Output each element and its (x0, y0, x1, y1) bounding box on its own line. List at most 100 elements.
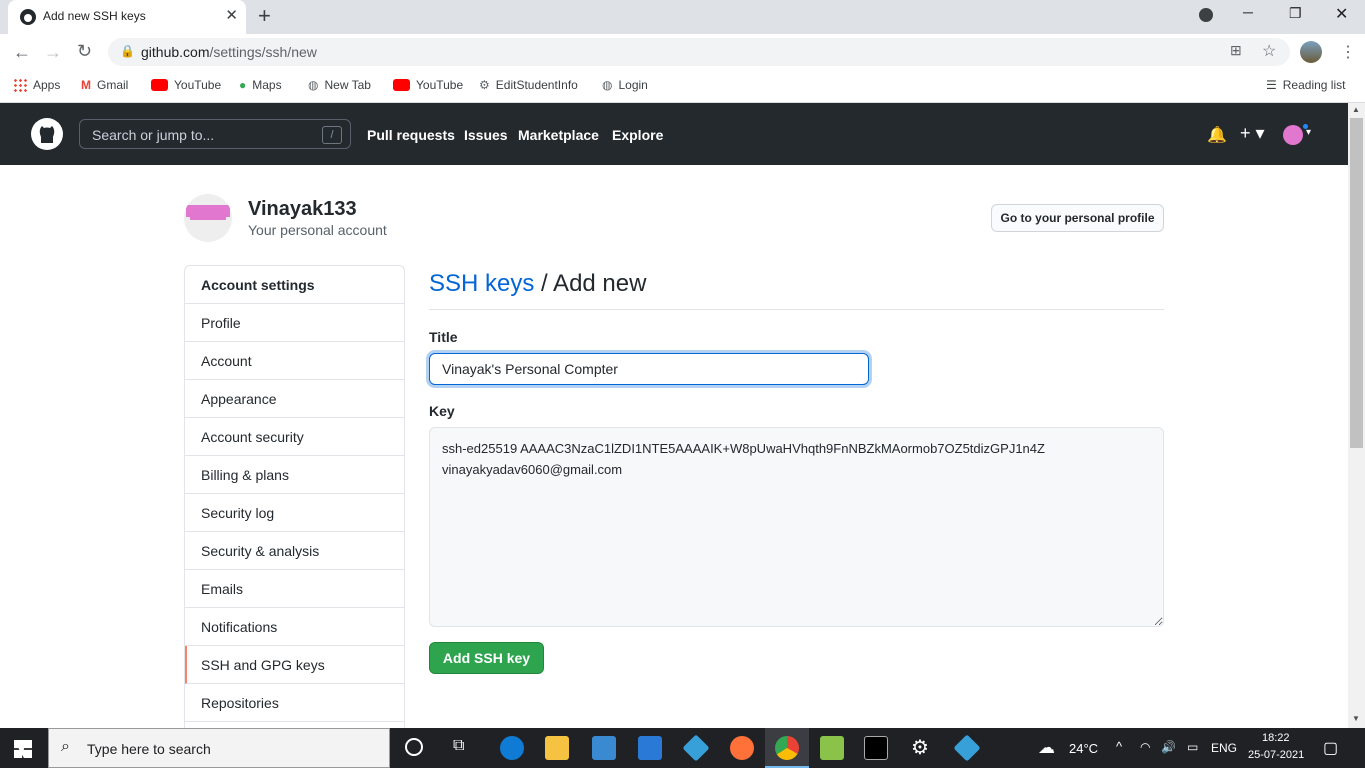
language-indicator[interactable]: ENG (1211, 741, 1237, 755)
title-input[interactable] (429, 353, 869, 385)
tab-title: Add new SSH keys (43, 9, 146, 23)
github-logo-icon[interactable] (31, 118, 63, 150)
close-window-button[interactable]: ✕ (1335, 4, 1348, 24)
nav-marketplace[interactable]: Marketplace (518, 127, 599, 143)
weather-temperature[interactable]: 24°C (1069, 741, 1098, 756)
sidebar-item-account-security[interactable]: Account security (185, 418, 404, 456)
sidebar-item-security-log[interactable]: Security log (185, 494, 404, 532)
globe-icon: ◍ (308, 78, 319, 92)
sidebar-item-security-analysis[interactable]: Security & analysis (185, 532, 404, 570)
scroll-down-arrow-icon[interactable]: ▼ (1352, 714, 1360, 723)
clock-date[interactable]: 25-07-2021 (1248, 749, 1304, 761)
page-title: SSH keys / Add new (429, 270, 646, 298)
title-divider (429, 309, 1164, 310)
bookmark-editstudentinfo[interactable]: ⚙ EditStudentInfo (479, 78, 578, 92)
notifications-bell-icon[interactable]: 🔔 (1207, 125, 1227, 145)
scrollbar-thumb[interactable] (1350, 118, 1363, 448)
add-ssh-key-button[interactable]: Add SSH key (429, 642, 544, 674)
sidebar-item-appearance[interactable]: Appearance (185, 380, 404, 418)
github-favicon-icon (20, 9, 36, 25)
firefox-icon[interactable] (730, 736, 754, 760)
sidebar-item-profile[interactable]: Profile (185, 304, 404, 342)
chrome-avatar[interactable] (1300, 41, 1322, 63)
cortana-icon[interactable] (405, 738, 423, 756)
bookmark-youtube-2[interactable]: YouTube (393, 78, 463, 92)
sidebar-item-notifications[interactable]: Notifications (185, 608, 404, 646)
taskbar-search-input[interactable]: ⌕ Type here to search (48, 728, 390, 768)
terminal-icon[interactable] (864, 736, 888, 760)
profile-menu-icon[interactable] (1199, 8, 1213, 22)
translate-icon[interactable]: ⊞ (1230, 42, 1242, 59)
github-search-input[interactable]: Search or jump to... / (79, 119, 351, 149)
restore-button[interactable]: ❐ (1289, 5, 1302, 22)
key-label: Key (429, 403, 455, 419)
account-username[interactable]: Vinayak133 (248, 198, 357, 221)
reload-icon[interactable]: ↻ (77, 41, 92, 62)
sidebar-heading: Account settings (185, 266, 404, 304)
account-subtitle: Your personal account (248, 222, 387, 238)
title-label: Title (429, 329, 458, 345)
sidebar-item-billing[interactable]: Billing & plans (185, 456, 404, 494)
bookmark-star-icon[interactable]: ☆ (1262, 41, 1276, 61)
new-tab-button[interactable]: + (258, 3, 271, 29)
notepad-icon[interactable] (820, 736, 844, 760)
address-bar[interactable]: 🔒 github.com/settings/ssh/new ⊞ ☆ (108, 38, 1290, 66)
bookmark-maps[interactable]: ● Maps (239, 78, 282, 92)
key-textarea[interactable]: ssh-ed25519 AAAAC3NzaC1lZDI1NTE5AAAAIK+W… (429, 427, 1164, 627)
battery-icon[interactable]: ▭ (1187, 740, 1198, 754)
notification-center-icon[interactable]: ▢ (1323, 738, 1338, 758)
go-to-profile-button[interactable]: Go to your personal profile (991, 204, 1164, 232)
store-icon[interactable] (592, 736, 616, 760)
settings-gear-icon[interactable]: ⚙ (911, 735, 929, 760)
account-avatar (184, 194, 232, 242)
youtube-icon (151, 79, 168, 91)
bookmark-new-tab[interactable]: ◍ New Tab (308, 78, 371, 92)
task-view-icon[interactable]: ⧉ (453, 737, 464, 755)
back-icon[interactable]: ← (13, 42, 31, 63)
settings-sidebar: Account settings Profile Account Appeara… (184, 265, 405, 745)
forward-icon[interactable]: → (44, 42, 62, 63)
breadcrumb-current: / Add new (534, 270, 647, 297)
tray-chevron-up-icon[interactable]: ^ (1116, 739, 1122, 754)
youtube-icon (393, 79, 410, 91)
nav-issues[interactable]: Issues (464, 127, 508, 143)
volume-icon[interactable]: 🔊 (1161, 740, 1176, 754)
browser-tab[interactable]: Add new SSH keys ✕ (8, 0, 246, 34)
chevron-down-icon[interactable]: ▾ (1306, 127, 1311, 138)
sidebar-item-repositories[interactable]: Repositories (185, 684, 404, 722)
globe-icon: ◍ (602, 78, 613, 92)
bookmark-gmail[interactable]: M Gmail (81, 78, 128, 92)
apps-grid-icon (13, 78, 27, 92)
sidebar-item-ssh-gpg-keys[interactable]: SSH and GPG keys (185, 646, 404, 684)
bookmark-apps[interactable]: Apps (13, 78, 60, 92)
chrome-menu-icon[interactable]: ⋮ (1340, 42, 1356, 62)
file-explorer-icon[interactable] (545, 736, 569, 760)
sidebar-item-emails[interactable]: Emails (185, 570, 404, 608)
search-icon: ⌕ (61, 738, 70, 755)
github-search-placeholder: Search or jump to... (92, 127, 215, 143)
gmail-icon: M (81, 78, 91, 92)
network-icon[interactable]: ◠ (1140, 740, 1150, 754)
scroll-up-arrow-icon[interactable]: ▲ (1352, 105, 1360, 114)
weather-cloud-icon[interactable]: ☁ (1038, 738, 1055, 758)
create-new-dropdown[interactable]: + ▾ (1240, 123, 1265, 144)
clock-time[interactable]: 18:22 (1262, 732, 1290, 744)
taskbar-search-placeholder: Type here to search (87, 741, 211, 757)
chrome-icon[interactable] (775, 736, 799, 760)
nav-pull-requests[interactable]: Pull requests (367, 127, 455, 143)
minimize-button[interactable]: ─ (1243, 4, 1253, 20)
bookmark-login[interactable]: ◍ Login (602, 78, 648, 92)
tab-close-icon[interactable]: ✕ (225, 6, 238, 24)
nav-explore[interactable]: Explore (612, 127, 663, 143)
bookmarks-bar: Apps M Gmail YouTube ● Maps ◍ New Tab YouTu… (0, 70, 1365, 103)
url-path: /settings/ssh/new (209, 44, 317, 60)
breadcrumb-ssh-keys-link[interactable]: SSH keys (429, 270, 534, 297)
sidebar-item-account[interactable]: Account (185, 342, 404, 380)
mail-icon[interactable] (638, 736, 662, 760)
search-shortcut-key: / (322, 126, 342, 144)
reading-list-button[interactable]: ☰ Reading list (1266, 78, 1345, 92)
bookmark-youtube[interactable]: YouTube (151, 78, 221, 92)
edge-icon[interactable] (500, 736, 524, 760)
user-avatar-menu[interactable] (1283, 125, 1303, 145)
site-emblem-icon: ⚙ (479, 78, 490, 92)
